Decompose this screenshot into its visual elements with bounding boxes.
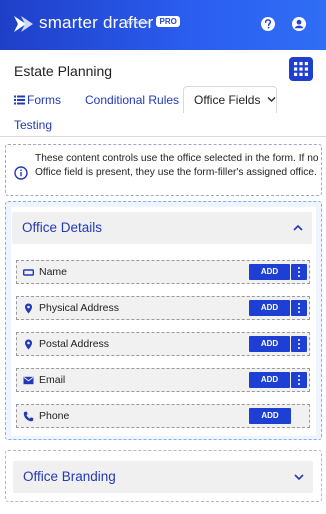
page-title-row: Estate Planning <box>0 50 326 90</box>
tabs-divider <box>0 136 326 137</box>
info-icon <box>14 166 28 180</box>
chevron-up-icon[interactable] <box>292 222 304 234</box>
field-label: Email <box>39 374 66 386</box>
more-options-button[interactable] <box>291 300 307 316</box>
chevron-down-icon[interactable] <box>293 471 305 483</box>
tab-testing[interactable]: Testing <box>14 118 52 132</box>
chevron-down-icon <box>267 96 276 103</box>
office-branding-header[interactable]: Office Branding <box>13 461 313 493</box>
office-branding-section: Office Branding <box>5 450 322 502</box>
more-options-button[interactable] <box>291 336 307 352</box>
help-circle-icon[interactable] <box>259 15 277 33</box>
account-circle-icon[interactable] <box>290 15 308 33</box>
info-notice: These content controls use the office se… <box>5 144 322 196</box>
add-name-button[interactable]: ADD <box>249 264 290 280</box>
tab-conditional-rules[interactable]: Conditional Rules <box>85 93 179 107</box>
phone-icon <box>23 411 34 422</box>
field-row-email: Email ADD <box>16 368 310 392</box>
field-label: Name <box>39 266 68 278</box>
pro-badge: PRO <box>156 16 180 27</box>
tab-conditional-rules-label: Conditional Rules <box>85 93 180 107</box>
add-email-button[interactable]: ADD <box>249 372 290 388</box>
grid-menu-icon <box>294 62 308 76</box>
grid-menu-button[interactable] <box>289 57 313 81</box>
info-text: These content controls use the office se… <box>35 153 319 178</box>
field-label: Phone <box>39 410 70 422</box>
brand-logo[interactable]: smarter drafter PRO <box>12 13 180 35</box>
field-label: Postal Address <box>39 338 110 350</box>
field-row-name: Name ADD <box>16 260 310 284</box>
location-pin-icon <box>25 303 32 314</box>
app-header: smarter drafter PRO by tensis <box>0 0 326 50</box>
add-physical-address-button[interactable]: ADD <box>249 300 290 316</box>
logo-mark-icon <box>14 16 33 32</box>
field-label: Physical Address <box>39 302 119 314</box>
tab-office-fields[interactable]: Office Fields <box>194 93 276 107</box>
page-title: Estate Planning <box>14 63 113 79</box>
field-row-phone: Phone ADD <box>16 404 310 428</box>
more-options-button[interactable] <box>291 264 307 280</box>
brand-byline: by tensis <box>127 20 149 26</box>
more-options-button[interactable] <box>291 372 307 388</box>
office-details-header[interactable]: Office Details <box>12 212 312 244</box>
tab-testing-label: Testing <box>14 118 53 132</box>
location-pin-icon <box>25 339 32 350</box>
tab-forms[interactable]: Forms <box>14 93 61 107</box>
list-icon <box>14 95 25 105</box>
field-row-physical-address: Physical Address ADD <box>16 296 310 320</box>
office-details-title: Office Details <box>22 220 103 235</box>
envelope-icon <box>23 376 34 385</box>
add-postal-address-button[interactable]: ADD <box>249 336 290 352</box>
tab-office-fields-label: Office Fields <box>194 93 261 107</box>
add-phone-button[interactable]: ADD <box>249 408 291 424</box>
office-branding-title: Office Branding <box>23 469 116 484</box>
field-row-postal-address: Postal Address ADD <box>16 332 310 356</box>
name-field-icon <box>23 269 34 276</box>
tab-forms-label: Forms <box>27 93 61 107</box>
